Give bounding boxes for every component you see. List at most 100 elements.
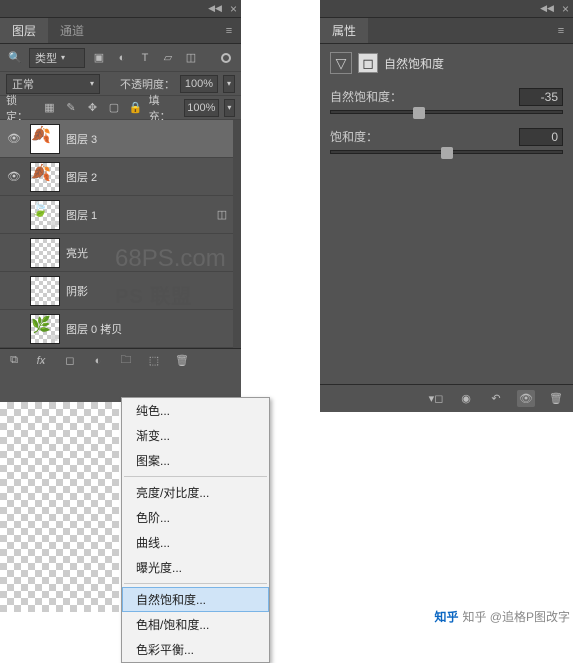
layer-name: 图层 2	[66, 169, 97, 185]
filter-smart-icon[interactable]: ◫	[182, 49, 200, 67]
adjustment-header: ▽ ◻ 自然饱和度	[330, 52, 563, 74]
opacity-value[interactable]: 100%	[180, 75, 218, 93]
saturation-slider[interactable]	[330, 150, 563, 154]
panel-menu-icon[interactable]: ≡	[549, 18, 573, 43]
menu-item[interactable]: 纯色...	[122, 398, 269, 423]
vibrance-type-icon: ▽	[330, 52, 352, 74]
layer-item[interactable]: 👁 🍂 图层 2	[0, 158, 241, 196]
collapse-icon[interactable]: ◀◀	[208, 3, 222, 14]
reset-icon[interactable]: ↶	[487, 392, 505, 405]
layer-item[interactable]: 亮光	[0, 234, 241, 272]
fx-icon[interactable]: fx	[34, 355, 50, 367]
menu-item[interactable]: 亮度/对比度...	[122, 480, 269, 505]
menu-separator	[124, 476, 267, 477]
layer-name: 亮光	[66, 245, 88, 261]
filter-row: 🔍 类型▾ ▣ ◐ T ▱ ◫	[0, 44, 241, 72]
lock-brush-icon[interactable]: ✎	[63, 99, 79, 117]
trash-icon[interactable]: 🗑	[547, 392, 565, 405]
layer-name: 阴影	[66, 283, 88, 299]
menu-item[interactable]: 色阶...	[122, 505, 269, 530]
opacity-caret[interactable]: ▾	[223, 75, 235, 93]
tab-layers[interactable]: 图层	[0, 18, 48, 43]
vibrance-value[interactable]: -35	[519, 88, 563, 106]
menu-item[interactable]: 色相/饱和度...	[122, 612, 269, 637]
layer-name: 图层 0 拷贝	[66, 321, 122, 337]
properties-panel: ◀◀ × 属性 ≡ ▽ ◻ 自然饱和度 自然饱和度： -35 饱和度： 0	[320, 0, 573, 412]
lock-trans-icon[interactable]: ▦	[41, 99, 57, 117]
panel-tabs: 属性 ≡	[320, 18, 573, 44]
properties-body: ▽ ◻ 自然饱和度 自然饱和度： -35 饱和度： 0	[320, 44, 573, 176]
fill-value[interactable]: 100%	[184, 99, 219, 117]
visibility-icon[interactable]	[4, 319, 24, 339]
layers-bottom-bar: ⧉ fx ◻ ◐ 🗀 ⬚ 🗑	[0, 348, 241, 372]
scrollbar[interactable]	[233, 120, 241, 348]
menu-item[interactable]: 图案...	[122, 448, 269, 473]
blend-mode-dropdown[interactable]: 正常▾	[6, 74, 100, 94]
layer-thumb[interactable]	[30, 276, 60, 306]
lock-label: 锁定：	[6, 92, 36, 124]
visibility-icon[interactable]: 👁	[4, 167, 24, 187]
filter-type-dropdown[interactable]: 类型▾	[29, 48, 85, 68]
filter-text-icon[interactable]: T	[136, 49, 154, 67]
toggle-visibility-icon[interactable]: 👁	[517, 390, 535, 407]
visibility-icon[interactable]	[4, 243, 24, 263]
lock-row: 锁定： ▦ ✎ ✥ ▢ 🔒 填充： 100% ▾	[0, 96, 241, 120]
zhihu-attribution: 知乎知乎 @追格P图改字	[434, 608, 570, 625]
filter-pixel-icon[interactable]: ▣	[90, 49, 108, 67]
mask-icon[interactable]: ◻	[62, 354, 78, 367]
filter-label: 类型	[35, 50, 57, 66]
panel-titlebar: ◀◀ ×	[0, 0, 241, 18]
layer-item[interactable]: 🌿▦ 图层 0 拷贝	[0, 310, 241, 348]
vibrance-slider[interactable]	[330, 110, 563, 114]
tab-channels[interactable]: 通道	[48, 18, 96, 43]
filter-adjust-icon[interactable]: ◐	[113, 49, 131, 67]
layer-thumb[interactable]: 🌿▦	[30, 314, 60, 344]
menu-item[interactable]: 曲线...	[122, 530, 269, 555]
clip-icon[interactable]: ▾◻	[427, 392, 445, 405]
smartobj-icon: ◫	[213, 206, 231, 224]
menu-item[interactable]: 渐变...	[122, 423, 269, 448]
layer-name: 图层 1	[66, 207, 97, 223]
blend-mode-label: 正常	[12, 76, 34, 92]
lock-artboard-icon[interactable]: ▢	[106, 99, 122, 117]
vibrance-slider-group: 自然饱和度： -35	[330, 88, 563, 114]
menu-item[interactable]: 色彩平衡...	[122, 637, 269, 662]
layers-panel: ◀◀ × 图层 通道 ≡ 🔍 类型▾ ▣ ◐ T ▱ ◫ 正常▾ 不透明度： 1…	[0, 0, 241, 402]
link-icon[interactable]: ⧉	[6, 354, 22, 367]
layer-thumb[interactable]: 🍂	[30, 124, 60, 154]
visibility-icon[interactable]	[4, 281, 24, 301]
layer-thumb[interactable]: 🍂	[30, 162, 60, 192]
folder-icon[interactable]: 🗀	[118, 351, 134, 370]
visibility-icon[interactable]: 👁	[4, 129, 24, 149]
panel-titlebar: ◀◀ ×	[320, 0, 573, 18]
slider-thumb[interactable]	[441, 147, 453, 159]
lock-all-icon[interactable]: 🔒	[127, 99, 143, 117]
search-icon[interactable]: 🔍	[6, 49, 24, 67]
mask-thumb-icon[interactable]: ◻	[358, 53, 378, 73]
menu-separator	[124, 583, 267, 584]
layer-thumb[interactable]: 🍃▦	[30, 200, 60, 230]
panel-menu-icon[interactable]: ≡	[217, 18, 241, 43]
filter-shape-icon[interactable]: ▱	[159, 49, 177, 67]
layer-item[interactable]: 阴影	[0, 272, 241, 310]
adjustment-icon[interactable]: ◐	[90, 355, 106, 367]
menu-item[interactable]: 曝光度...	[122, 555, 269, 580]
fill-caret[interactable]: ▾	[224, 99, 235, 117]
menu-item-vibrance[interactable]: 自然饱和度...	[122, 587, 269, 612]
view-previous-icon[interactable]: ◉	[457, 392, 475, 405]
saturation-value[interactable]: 0	[519, 128, 563, 146]
visibility-icon[interactable]	[4, 205, 24, 225]
layer-thumb[interactable]	[30, 238, 60, 268]
layer-item[interactable]: 🍃▦ 图层 1 ◫	[0, 196, 241, 234]
tab-properties[interactable]: 属性	[320, 18, 368, 43]
collapse-icon[interactable]: ◀◀	[540, 3, 554, 14]
filter-toggle-icon[interactable]	[217, 49, 235, 67]
close-icon[interactable]: ×	[230, 2, 237, 16]
adjustment-title: 自然饱和度	[384, 55, 444, 72]
lock-move-icon[interactable]: ✥	[84, 99, 100, 117]
layer-item[interactable]: 👁 🍂 图层 3	[0, 120, 241, 158]
slider-thumb[interactable]	[413, 107, 425, 119]
new-layer-icon[interactable]: ⬚	[146, 354, 162, 367]
trash-icon[interactable]: 🗑	[174, 354, 190, 367]
close-icon[interactable]: ×	[562, 2, 569, 16]
